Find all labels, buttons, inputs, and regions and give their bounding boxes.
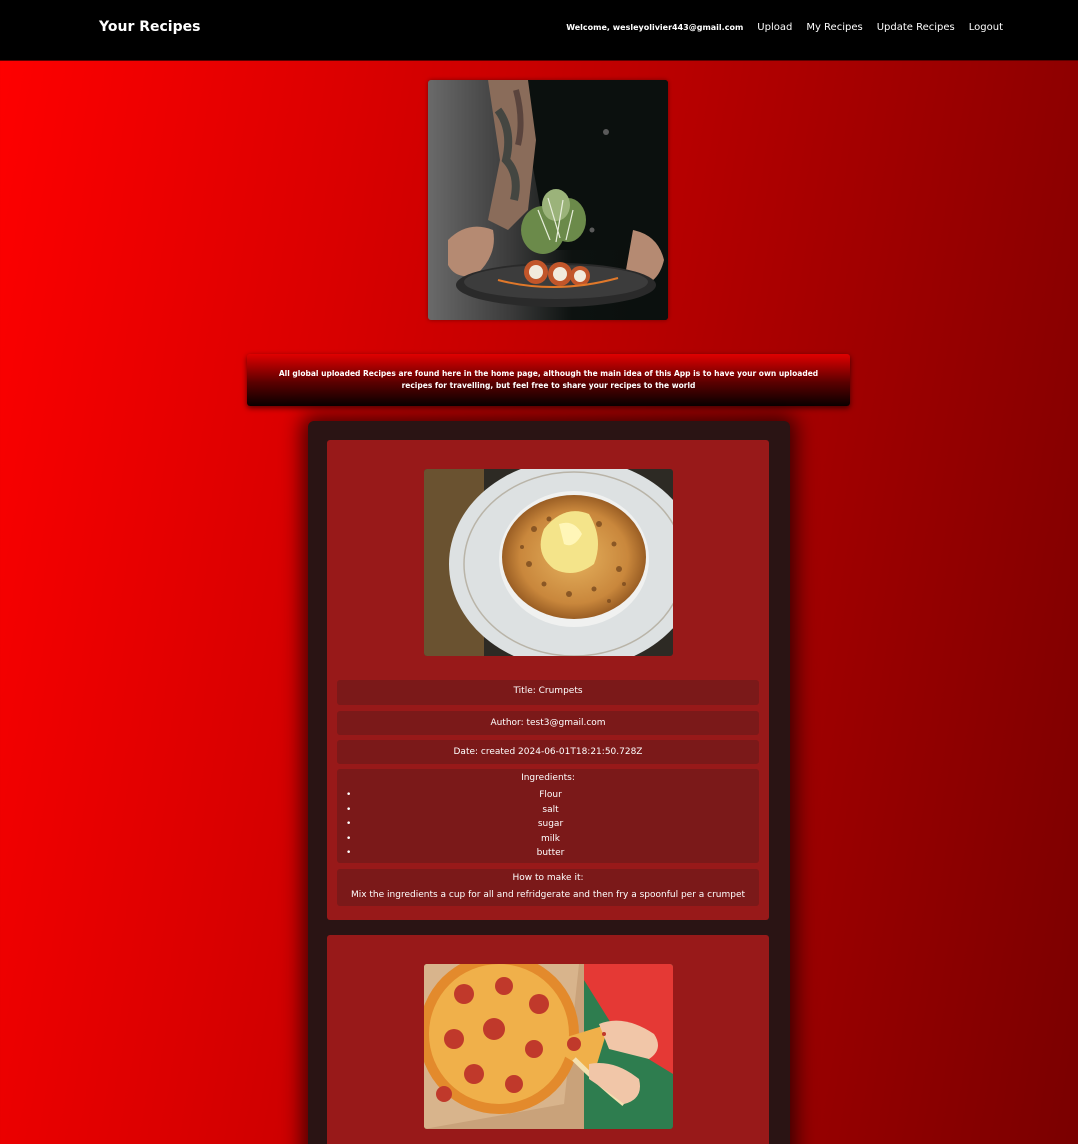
recipe-card: Title: Crumpets Author: test3@gmail.com … (327, 440, 769, 920)
recipe-image (424, 964, 673, 1129)
recipe-ingredients-field: Ingredients: • Flour • salt • sugar • milk •… (337, 769, 759, 863)
recipe-howto-field: How to make it: Mix the ingredients a cu… (337, 869, 759, 906)
brand-link[interactable]: Your Recipes (99, 19, 200, 35)
hero-chef-image (428, 80, 668, 320)
ingredient-item: • butter (342, 846, 759, 861)
nav-logout-link[interactable]: Logout (969, 22, 1003, 33)
bullet-icon: • (346, 804, 352, 815)
ingredient-item: • Flour (342, 788, 759, 803)
ingredient-item: • sugar (342, 817, 759, 832)
recipe-author: Author: test3@gmail.com (490, 718, 606, 728)
bullet-icon: • (346, 833, 352, 844)
recipe-title: Title: Crumpets (513, 686, 583, 696)
howto-label: How to make it: (512, 873, 584, 883)
recipe-card (327, 935, 769, 1144)
ingredient-item: • milk (342, 832, 759, 847)
nav-links: Welcome, wesleyolivier443@gmail.com Uplo… (566, 22, 1003, 33)
nav-update-recipes-link[interactable]: Update Recipes (877, 22, 955, 33)
nav-upload-link[interactable]: Upload (757, 22, 792, 33)
bullet-icon: • (346, 848, 352, 858)
welcome-text: Welcome, wesleyolivier443@gmail.com (566, 23, 744, 32)
bullet-icon: • (346, 819, 352, 829)
nav-my-recipes-link[interactable]: My Recipes (806, 22, 862, 33)
info-banner: All global uploaded Recipes are found he… (247, 354, 850, 406)
recipe-image (424, 469, 673, 656)
recipe-author-field: Author: test3@gmail.com (337, 711, 759, 735)
recipe-date: Date: created 2024-06-01T18:21:50.728Z (453, 747, 643, 757)
recipe-title-field: Title: Crumpets (337, 680, 759, 705)
bullet-icon: • (346, 790, 352, 800)
ingredient-item: • salt (342, 803, 759, 818)
ingredients-label: Ingredients: (521, 773, 575, 783)
info-banner-text: All global uploaded Recipes are found he… (278, 369, 819, 390)
navbar: Your Recipes Welcome, wesleyolivier443@g… (0, 0, 1078, 61)
ingredients-list: • Flour • salt • sugar • milk • butter (337, 788, 759, 861)
recipe-date-field: Date: created 2024-06-01T18:21:50.728Z (337, 740, 759, 764)
howto-text: Mix the ingredients a cup for all and re… (350, 890, 746, 900)
